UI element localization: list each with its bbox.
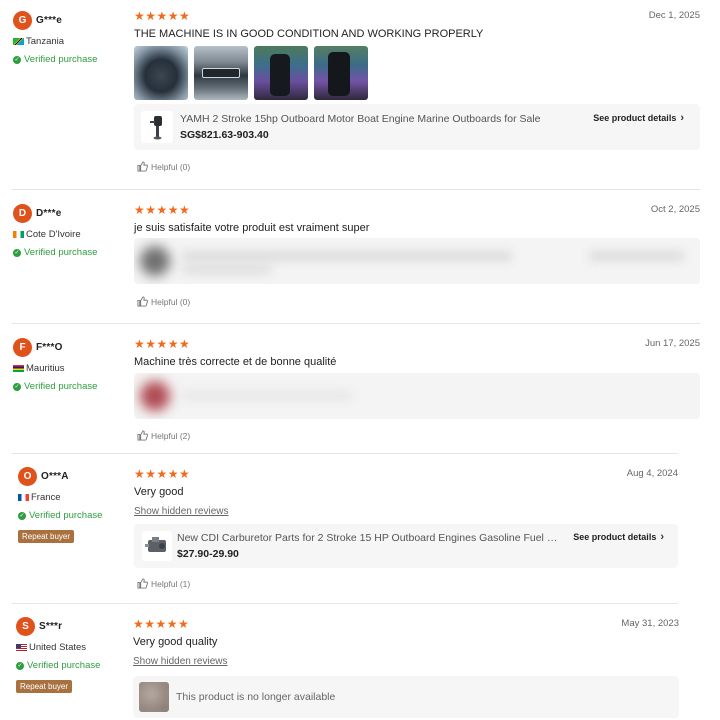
check-circle-icon: ✓ [13, 55, 21, 64]
review-card: D D***e Cote D'Ivoire ✓ Verified purchas… [0, 190, 720, 324]
verified-purchase: ✓ Verified purchase [13, 381, 98, 392]
repeat-buyer-badge: Repeat buyer [18, 530, 75, 543]
reviewer-name: O***A [41, 471, 69, 482]
review-text: THE MACHINE IS IN GOOD CONDITION AND WOR… [134, 28, 484, 40]
check-circle-icon: ✓ [18, 511, 26, 520]
star-rating: ★★★★★ [134, 203, 191, 217]
reviewer-name: D***e [36, 208, 62, 219]
reviewer-info: S S***r United States ✓ Verified purchas… [16, 617, 100, 694]
chevron-right-icon: › [660, 531, 664, 543]
review-date: Aug 4, 2024 [626, 468, 678, 479]
check-circle-icon: ✓ [13, 382, 21, 391]
product-card[interactable]: New CDI Carburetor Parts for 2 Stroke 15… [134, 524, 678, 568]
product-card[interactable]: YAMH 2 Stroke 15hp Outboard Motor Boat E… [134, 104, 700, 150]
review-date: Jun 17, 2025 [645, 338, 700, 349]
review-content: ★★★★★ Oct 2, 2025 je suis satisfaite vot… [134, 204, 700, 234]
show-hidden-reviews-link[interactable]: Show hidden reviews [134, 506, 678, 517]
reviewer-info: O O***A France ✓ Verified purchase Repea… [18, 467, 102, 544]
review-text: Very good [134, 486, 184, 498]
avatar: D [13, 204, 32, 223]
thumbs-up-icon [137, 578, 148, 589]
flag-united-states-icon [16, 644, 27, 651]
product-price: $27.90-29.90 [177, 548, 239, 560]
product-thumbnail [141, 111, 173, 143]
flag-cote-divoire-icon [13, 231, 24, 238]
review-photo[interactable] [314, 46, 368, 100]
review-content: ★★★★★ Dec 1, 2025 THE MACHINE IS IN GOOD… [134, 10, 700, 100]
blurred-product-card [134, 373, 700, 419]
product-thumbnail [139, 682, 169, 712]
show-hidden-reviews-link[interactable]: Show hidden reviews [133, 656, 679, 667]
unavailable-product-card: This product is no longer available [133, 676, 679, 718]
helpful-button[interactable]: Helpful (2) [137, 430, 190, 441]
avatar: S [16, 617, 35, 636]
thumbs-up-icon [137, 161, 148, 172]
review-photo[interactable] [134, 46, 188, 100]
review-text: je suis satisfaite votre produit est vra… [134, 222, 370, 234]
check-circle-icon: ✓ [13, 248, 21, 257]
review-text: Machine très correcte et de bonne qualit… [134, 356, 337, 368]
blurred-product-card [134, 238, 700, 284]
star-rating: ★★★★★ [134, 9, 191, 23]
flag-tanzania-icon [13, 38, 24, 45]
avatar: G [13, 11, 32, 30]
review-date: Oct 2, 2025 [650, 204, 700, 215]
product-unavailable-text: This product is no longer available [176, 691, 336, 703]
review-photo[interactable] [194, 46, 248, 100]
review-text: Very good quality [133, 636, 218, 648]
review-content: ★★★★★ Aug 4, 2024 Very good Show hidden … [134, 468, 678, 517]
thumbs-up-icon [137, 296, 148, 307]
reviewer-country: France [18, 492, 102, 503]
review-content: ★★★★★ May 31, 2023 Very good quality Sho… [133, 618, 679, 667]
reviewer-name: S***r [39, 621, 63, 632]
chevron-right-icon: › [680, 112, 684, 124]
verified-purchase: ✓ Verified purchase [16, 660, 101, 671]
review-card: F F***O Mauritius ✓ Verified purchase ★★… [0, 324, 720, 454]
verified-purchase: ✓ Verified purchase [13, 54, 98, 65]
avatar: O [18, 467, 37, 486]
flag-mauritius-icon [13, 365, 24, 372]
verified-purchase: ✓ Verified purchase [13, 247, 98, 258]
review-card: S S***r United States ✓ Verified purchas… [0, 604, 720, 720]
avatar: F [13, 338, 32, 357]
star-rating: ★★★★★ [134, 337, 191, 351]
reviewer-info: F F***O Mauritius ✓ Verified purchase [13, 338, 97, 392]
see-product-details-link[interactable]: See product details › [573, 531, 664, 543]
thumbs-up-icon [137, 430, 148, 441]
review-photos [134, 46, 700, 100]
verified-purchase: ✓ Verified purchase [18, 510, 103, 521]
check-circle-icon: ✓ [16, 661, 24, 670]
review-card: O O***A France ✓ Verified purchase Repea… [0, 454, 720, 604]
reviewer-info: G G***e Tanzania ✓ Verified purchase [13, 11, 97, 65]
reviewer-name: G***e [36, 15, 63, 26]
review-date: May 31, 2023 [621, 618, 679, 629]
repeat-buyer-badge: Repeat buyer [16, 680, 73, 693]
helpful-button[interactable]: Helpful (0) [137, 296, 190, 307]
product-thumbnail [142, 531, 172, 561]
helpful-button[interactable]: Helpful (1) [137, 578, 190, 589]
reviewer-info: D D***e Cote D'Ivoire ✓ Verified purchas… [13, 204, 97, 258]
product-title: YAMH 2 Stroke 15hp Outboard Motor Boat E… [180, 113, 541, 125]
helpful-button[interactable]: Helpful (0) [137, 161, 190, 172]
reviewer-country: Cote D'Ivoire [13, 229, 97, 240]
review-card: G G***e Tanzania ✓ Verified purchase ★★★… [0, 0, 720, 190]
reviewer-name: F***O [36, 342, 63, 353]
review-photo[interactable] [254, 46, 308, 100]
product-title: New CDI Carburetor Parts for 2 Stroke 15… [177, 532, 565, 544]
product-price: SG$821.63-903.40 [180, 129, 269, 141]
reviewer-country: United States [16, 642, 100, 653]
reviewer-country: Mauritius [13, 363, 97, 374]
see-product-details-link[interactable]: See product details › [593, 112, 684, 124]
review-content: ★★★★★ Jun 17, 2025 Machine très correcte… [134, 338, 700, 368]
flag-france-icon [18, 494, 29, 501]
reviewer-country: Tanzania [13, 36, 97, 47]
star-rating: ★★★★★ [133, 617, 190, 631]
star-rating: ★★★★★ [134, 467, 191, 481]
review-date: Dec 1, 2025 [648, 10, 700, 21]
